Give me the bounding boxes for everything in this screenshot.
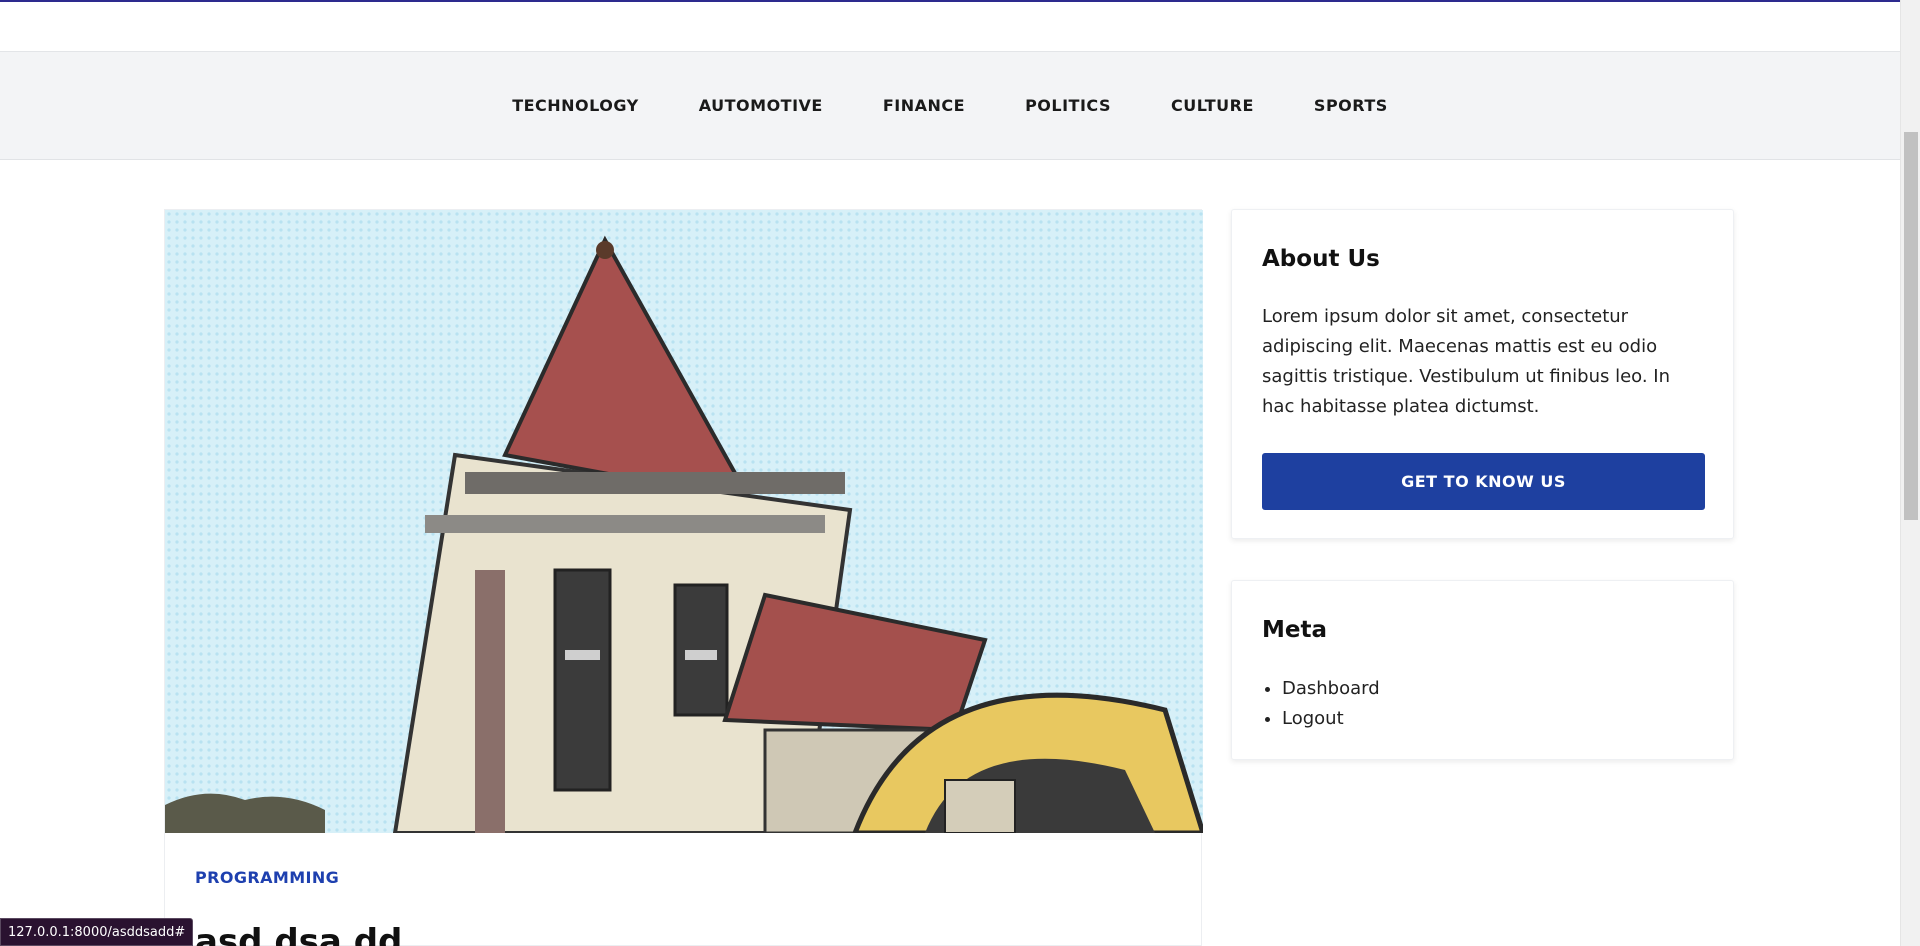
list-item: Dashboard xyxy=(1282,674,1380,704)
scrollbar-thumb[interactable] xyxy=(1904,132,1918,520)
nav-link-automotive[interactable]: AUTOMOTIVE xyxy=(699,96,823,115)
about-widget-text: Lorem ipsum dolor sit amet, consectetur … xyxy=(1262,306,1671,417)
post-card: PROGRAMMING asd dsa dd xyxy=(164,209,1203,946)
nav-item: FINANCE xyxy=(883,96,965,115)
post-title[interactable]: asd dsa dd xyxy=(195,922,402,946)
list-item: Logout xyxy=(1282,704,1380,734)
nav-item: POLITICS xyxy=(1025,96,1111,115)
post-featured-image[interactable] xyxy=(165,210,1203,833)
page-scrollbar[interactable] xyxy=(1900,0,1920,946)
nav-list: TECHNOLOGY AUTOMOTIVE FINANCE POLITICS C… xyxy=(482,96,1418,115)
nav-link-technology[interactable]: TECHNOLOGY xyxy=(512,96,639,115)
nav-item: CULTURE xyxy=(1171,96,1254,115)
main-navigation: TECHNOLOGY AUTOMOTIVE FINANCE POLITICS C… xyxy=(0,52,1900,160)
site-header xyxy=(0,2,1900,52)
nav-link-finance[interactable]: FINANCE xyxy=(883,96,965,115)
nav-item: SPORTS xyxy=(1314,96,1388,115)
nav-item: AUTOMOTIVE xyxy=(699,96,823,115)
status-bar-url: 127.0.0.1:8000/asddsadd# xyxy=(0,918,194,946)
about-widget: About Us Lorem ipsum dolor sit amet, con… xyxy=(1231,209,1734,539)
dashboard-link[interactable]: Dashboard xyxy=(1282,678,1380,699)
post-category-link[interactable]: PROGRAMMING xyxy=(195,868,339,887)
nav-item: TECHNOLOGY xyxy=(512,96,639,115)
about-widget-title: About Us xyxy=(1262,246,1380,272)
get-to-know-us-button[interactable]: GET TO KNOW US xyxy=(1262,453,1705,510)
building-illustration xyxy=(165,210,1203,833)
nav-link-sports[interactable]: SPORTS xyxy=(1314,96,1388,115)
logout-link[interactable]: Logout xyxy=(1282,708,1344,729)
meta-widget-title: Meta xyxy=(1262,617,1328,643)
nav-link-culture[interactable]: CULTURE xyxy=(1171,96,1254,115)
meta-links-list: Dashboard Logout xyxy=(1282,674,1380,734)
nav-link-politics[interactable]: POLITICS xyxy=(1025,96,1111,115)
meta-widget: Meta Dashboard Logout xyxy=(1231,580,1734,760)
